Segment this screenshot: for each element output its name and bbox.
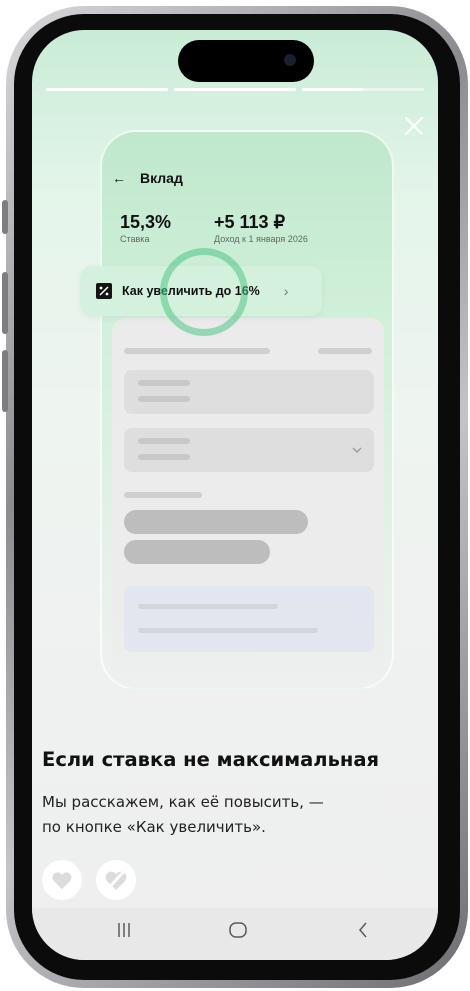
dislike-button[interactable] (96, 860, 136, 900)
android-nav-bar (32, 908, 438, 960)
progress-segment (302, 88, 424, 91)
dislike-icon (105, 869, 127, 891)
heart-icon (52, 872, 72, 890)
placeholder-line (318, 348, 372, 354)
story-headline: Если ставка не максимальная (42, 748, 380, 771)
placeholder-line (138, 438, 190, 444)
camera-dot (284, 54, 296, 66)
back-icon (359, 922, 367, 938)
mock-content-card (112, 318, 384, 698)
story-progress (46, 88, 424, 91)
placeholder-line (138, 604, 278, 609)
placeholder-line (138, 380, 190, 386)
placeholder-block (124, 586, 374, 652)
recent-apps-button[interactable] (116, 920, 132, 944)
story-body-line1: Мы расскажем, как её повысить, — (42, 793, 324, 811)
placeholder-line (138, 396, 190, 402)
side-button-volume-down (2, 350, 8, 412)
story-body-line2: по кнопке «Как увеличить». (42, 818, 266, 836)
placeholder-pill (124, 540, 270, 564)
placeholder-select (124, 428, 374, 472)
placeholder-field (124, 370, 374, 414)
side-button-volume-up (2, 272, 8, 334)
close-icon (404, 116, 424, 136)
back-button[interactable] (356, 920, 370, 944)
progress-fill (174, 88, 296, 91)
mock-header: ← Вклад (112, 170, 183, 186)
story-screen: ← Вклад 15,3% Ставка +5 113 ₽ Доход к 1 … (32, 30, 438, 960)
progress-fill (302, 88, 363, 91)
income-caption: Доход к 1 января 2026 (214, 234, 308, 244)
side-button-action (2, 200, 8, 234)
mock-title: Вклад (140, 170, 183, 186)
rate-caption: Ставка (120, 234, 150, 244)
placeholder-pill (124, 510, 308, 534)
chevron-down-icon (352, 447, 362, 453)
like-button[interactable] (42, 860, 82, 900)
placeholder-line (124, 348, 270, 354)
home-button[interactable] (228, 920, 248, 944)
placeholder-line (124, 492, 202, 498)
recent-apps-icon (118, 923, 130, 937)
close-button[interactable] (402, 114, 426, 138)
progress-fill (46, 88, 168, 91)
highlight-ring (160, 248, 248, 336)
rate-value: 15,3% (120, 212, 172, 232)
placeholder-line (138, 454, 190, 460)
chevron-right-icon: › (283, 283, 289, 299)
percent-icon (96, 283, 112, 299)
income-stat: +5 113 ₽ Доход к 1 января 2026 (214, 212, 308, 244)
progress-segment (46, 88, 168, 91)
arrow-left-icon: ← (112, 170, 126, 186)
placeholder-line (138, 628, 318, 633)
rate-stat: 15,3% Ставка (120, 212, 171, 244)
income-value: +5 113 ₽ (214, 212, 286, 232)
dynamic-island (178, 40, 314, 82)
progress-segment (174, 88, 296, 91)
home-icon (229, 922, 247, 938)
